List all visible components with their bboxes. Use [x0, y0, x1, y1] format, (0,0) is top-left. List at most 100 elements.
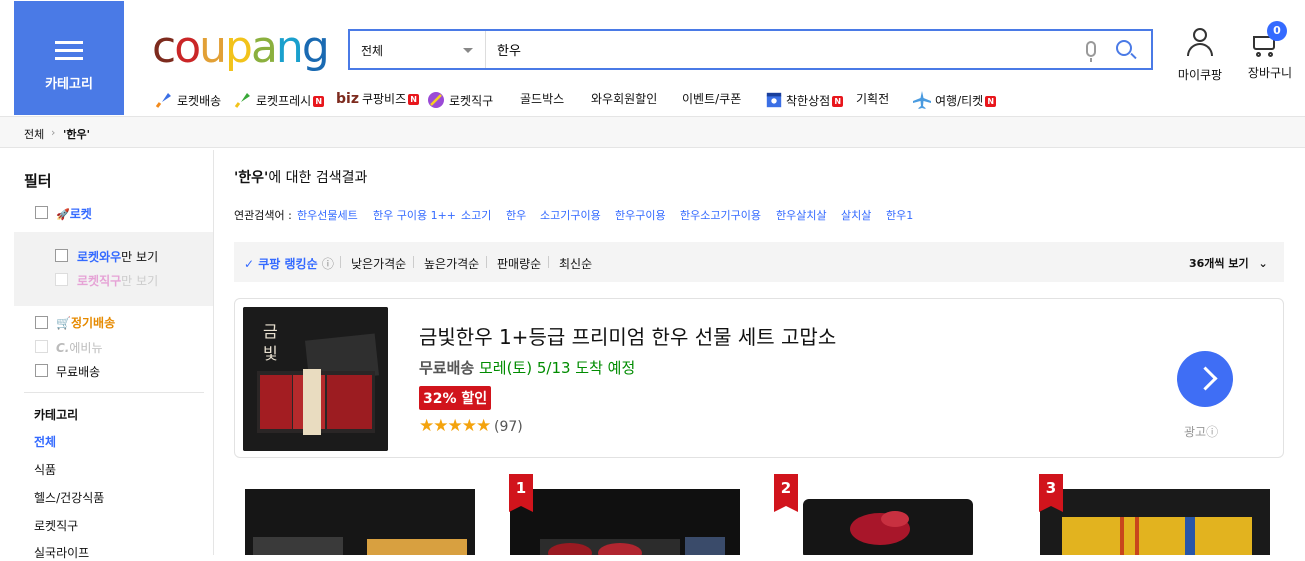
product-image: [245, 489, 475, 555]
my-coupang-link[interactable]: 마이쿠팡: [1176, 66, 1224, 83]
nav-events-coupons[interactable]: 이벤트/쿠폰: [682, 90, 741, 107]
search-bar: 전체: [348, 29, 1153, 70]
nav-good-shop[interactable]: 착한상점 N: [765, 90, 844, 110]
microphone-icon[interactable]: [1086, 41, 1096, 62]
category-item[interactable]: 실국라이프: [34, 544, 89, 561]
arrival-date: 모레(토) 5/13 도착 예정: [478, 359, 636, 377]
rocket-icon: [155, 93, 171, 108]
rating: ★★★★★ (97): [419, 416, 523, 436]
nav-special-exhibit[interactable]: 기획전: [856, 90, 889, 107]
rocket-filter-label[interactable]: 🚀로켓: [56, 205, 92, 222]
search-icon[interactable]: [1116, 40, 1132, 56]
regular-delivery-checkbox[interactable]: [35, 316, 48, 329]
results-query: '한우': [234, 170, 269, 186]
filter-sidebar: 필터 🚀로켓 로켓와우만 보기 로켓직구만 보기 🛒정기배송 C.에비뉴 무료배…: [14, 150, 214, 560]
nav-label: 여행/티켓: [935, 94, 984, 108]
product-thumbnail[interactable]: [775, 489, 1005, 555]
related-keyword[interactable]: 한우: [506, 207, 526, 223]
product-thumbnail[interactable]: [245, 489, 475, 555]
cart-link[interactable]: 장바구니: [1244, 64, 1296, 81]
related-keyword[interactable]: 한우선물세트: [297, 207, 358, 223]
category-item[interactable]: 식품: [34, 461, 56, 478]
nav-coupang-biz[interactable]: biz 쿠팡비즈 N: [336, 90, 420, 107]
info-icon: ⓘ: [321, 257, 334, 271]
chevron-down-icon: [463, 48, 473, 53]
new-badge: N: [313, 96, 325, 107]
coupang-logo[interactable]: coupang: [152, 22, 330, 73]
search-category-value: 전체: [361, 44, 384, 58]
delivery-info: 무료배송 모레(토) 5/13 도착 예정: [419, 357, 635, 378]
results-heading: '한우'에 대한 검색결과: [234, 167, 367, 187]
breadcrumb: 전체 › '한우': [0, 116, 1305, 148]
rocket-jikgu-label: 로켓직구: [77, 274, 122, 288]
rocket-wow-checkbox[interactable]: [55, 249, 68, 262]
next-arrow-button[interactable]: [1177, 351, 1233, 407]
sort-coupang-ranking[interactable]: ✓ 쿠팡 랭킹순 ⓘ: [244, 255, 334, 272]
nav-label: 로켓직구: [449, 94, 494, 108]
search-input[interactable]: [487, 31, 1077, 68]
rocket-jikgu-filter[interactable]: 로켓직구만 보기: [77, 272, 158, 289]
breadcrumb-root[interactable]: 전체: [24, 126, 44, 142]
rank-badge: 1: [509, 474, 533, 512]
rocket-jikgu-checkbox[interactable]: [55, 273, 68, 286]
sort-bar: ✓ 쿠팡 랭킹순 ⓘ 낮은가격순 높은가격순 판매량순 최신순 36개씩 보기 …: [234, 242, 1284, 282]
per-page-select[interactable]: 36개씩 보기 ⌄: [1189, 255, 1268, 271]
review-count[interactable]: (97): [494, 419, 523, 435]
package-text: 금: [263, 322, 278, 341]
nav-rocket-delivery[interactable]: 로켓배송: [154, 90, 221, 110]
related-keyword[interactable]: 소고기구이용: [540, 207, 601, 223]
nav-label: 로켓배송: [177, 94, 222, 108]
regular-delivery-filter[interactable]: 🛒정기배송: [56, 314, 115, 331]
product-image: [1040, 489, 1270, 555]
related-keyword[interactable]: 한우살치살: [776, 207, 827, 223]
package-text: 빛: [263, 344, 278, 363]
sort-high-price[interactable]: 높은가격순: [424, 255, 479, 272]
rocket-icon: 🚀: [56, 208, 70, 221]
rocket-wow-filter[interactable]: 로켓와우만 보기: [77, 248, 158, 265]
nav-goldbox[interactable]: 골드박스: [520, 90, 564, 107]
nav-rocket-fresh[interactable]: 로켓프레시 N: [233, 90, 325, 110]
info-icon: ⓘ: [1206, 425, 1219, 439]
product-title[interactable]: 금빛한우 1+등급 프리미엄 한우 선물 세트 고맙소: [419, 321, 836, 350]
sort-newest[interactable]: 최신순: [559, 255, 592, 272]
free-shipping-checkbox[interactable]: [35, 364, 48, 377]
logo-letter: p: [225, 22, 253, 73]
new-badge: N: [832, 96, 844, 107]
related-keyword[interactable]: 한우 구이용 1++: [373, 207, 456, 223]
nav-wow-discount[interactable]: 와우회원할인: [591, 90, 657, 107]
evinew-checkbox[interactable]: [35, 340, 48, 353]
related-keyword[interactable]: 한우1: [886, 207, 913, 223]
category-menu-button[interactable]: 카테고리: [14, 1, 124, 115]
related-keyword[interactable]: 소고기: [461, 207, 491, 223]
category-item[interactable]: 전체: [34, 433, 56, 450]
rocket-checkbox[interactable]: [35, 206, 48, 219]
sort-sales[interactable]: 판매량순: [497, 255, 541, 272]
related-keyword[interactable]: 한우소고기구이용: [680, 207, 761, 223]
category-item[interactable]: 로켓직구: [34, 517, 78, 534]
product-thumbnail[interactable]: [510, 489, 740, 555]
related-keyword[interactable]: 살치살: [841, 207, 871, 223]
hanwoo-gift-box-image: 금 빛: [243, 307, 388, 451]
category-item[interactable]: 헬스/건강식품: [34, 489, 104, 506]
evinew-label: 에비뉴: [69, 341, 103, 355]
user-icon[interactable]: [1185, 28, 1215, 58]
product-image: [775, 489, 1005, 555]
product-thumbnail[interactable]: [1040, 489, 1270, 555]
free-shipping-label[interactable]: 무료배송: [56, 363, 100, 380]
ad-label[interactable]: 광고ⓘ: [1184, 423, 1218, 440]
divider: [548, 256, 549, 268]
hamburger-icon: [55, 41, 83, 61]
evinew-filter[interactable]: C.에비뉴: [56, 339, 103, 356]
free-shipping-badge: 무료배송: [419, 359, 475, 377]
related-keyword[interactable]: 한우구이용: [615, 207, 666, 223]
nav-rocket-jikgu[interactable]: 로켓직구: [426, 90, 493, 110]
sort-low-price[interactable]: 낮은가격순: [351, 255, 406, 272]
cart-count-badge: 0: [1267, 21, 1287, 41]
product-image[interactable]: 금 빛: [243, 307, 388, 451]
nav-travel-tickets[interactable]: 여행/티켓 N: [912, 90, 997, 110]
search-category-select[interactable]: 전체: [350, 31, 486, 68]
rocket-sub-filters: 로켓와우만 보기 로켓직구만 보기: [14, 232, 213, 306]
new-badge: N: [985, 96, 997, 107]
ad-product-card[interactable]: 금 빛 금빛한우 1+등급 프리미엄 한우 선물 세트 고맙소 무료배송 모레(…: [234, 298, 1284, 458]
airplane-icon: [913, 91, 931, 109]
